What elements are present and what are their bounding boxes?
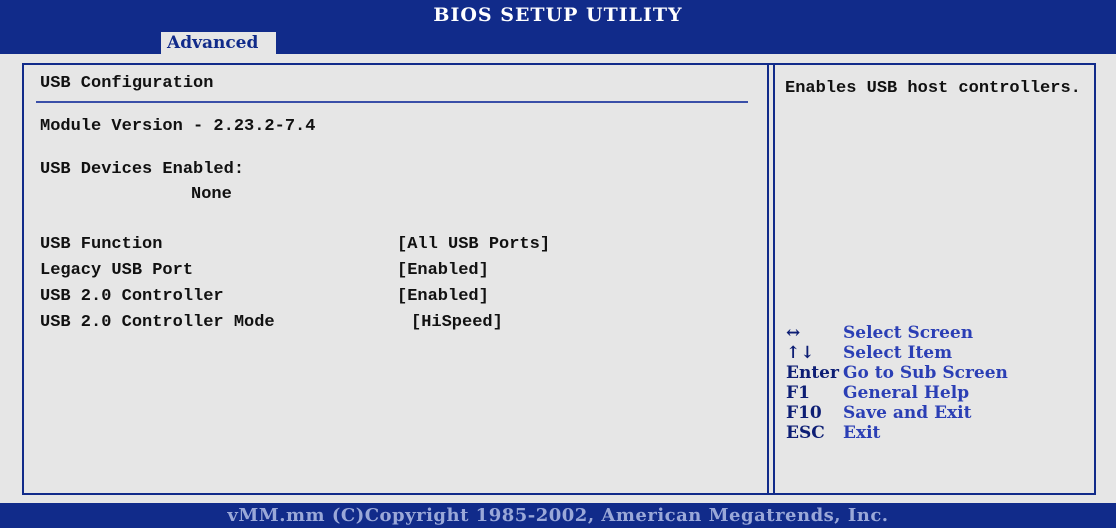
title-bar: BIOS SETUP UTILITY Advanced [0,0,1116,54]
left-right-arrow-icon: ↔ [786,323,801,343]
key-row: ↔ Select Screen [786,323,1008,343]
usb-devices-label: USB Devices Enabled: [40,160,245,179]
key-esc: ESC [786,423,825,443]
key-desc: Select Screen [843,323,974,343]
setting-value-usb-function[interactable]: [All USB Ports] [397,235,550,254]
key-legend: ↔ Select Screen ↑↓ Select Item Enter Go … [786,323,1008,443]
key-row: ESC Exit [786,423,1008,443]
key-row: F1 General Help [786,383,1008,403]
key-row: ↑↓ Select Item [786,343,1008,363]
setting-label-usb-function[interactable]: USB Function [40,235,162,254]
tab-advanced[interactable]: Advanced [161,32,276,54]
key-desc: Go to Sub Screen [843,363,1008,383]
setting-value-usb2-controller-mode[interactable]: [HiSpeed] [411,313,503,332]
key-row: F10 Save and Exit [786,403,1008,423]
copyright-footer: vMM.mm (C)Copyright 1985-2002, American … [0,503,1116,528]
key-f10: F10 [786,403,822,423]
key-row: Enter Go to Sub Screen [786,363,1008,383]
section-title: USB Configuration [40,74,214,93]
key-desc: Select Item [843,343,953,363]
up-down-arrow-icon: ↑↓ [786,343,815,363]
setting-label-usb2-controller-mode[interactable]: USB 2.0 Controller Mode [40,313,275,332]
section-divider [36,101,748,103]
setting-label-usb2-controller[interactable]: USB 2.0 Controller [40,287,224,306]
setting-value-legacy-usb-port[interactable]: [Enabled] [397,261,489,280]
panel-divider [773,65,775,493]
help-text: Enables USB host controllers. [785,79,1081,98]
key-desc: Exit [843,423,881,443]
key-desc: Save and Exit [843,403,972,423]
bios-title: BIOS SETUP UTILITY [433,4,683,26]
setting-value-usb2-controller[interactable]: [Enabled] [397,287,489,306]
module-version: Module Version - 2.23.2-7.4 [40,117,316,136]
setting-label-legacy-usb-port[interactable]: Legacy USB Port [40,261,193,280]
key-f1: F1 [786,383,810,403]
usb-devices-value: None [191,185,232,204]
key-desc: General Help [843,383,970,403]
key-enter: Enter [786,363,839,383]
